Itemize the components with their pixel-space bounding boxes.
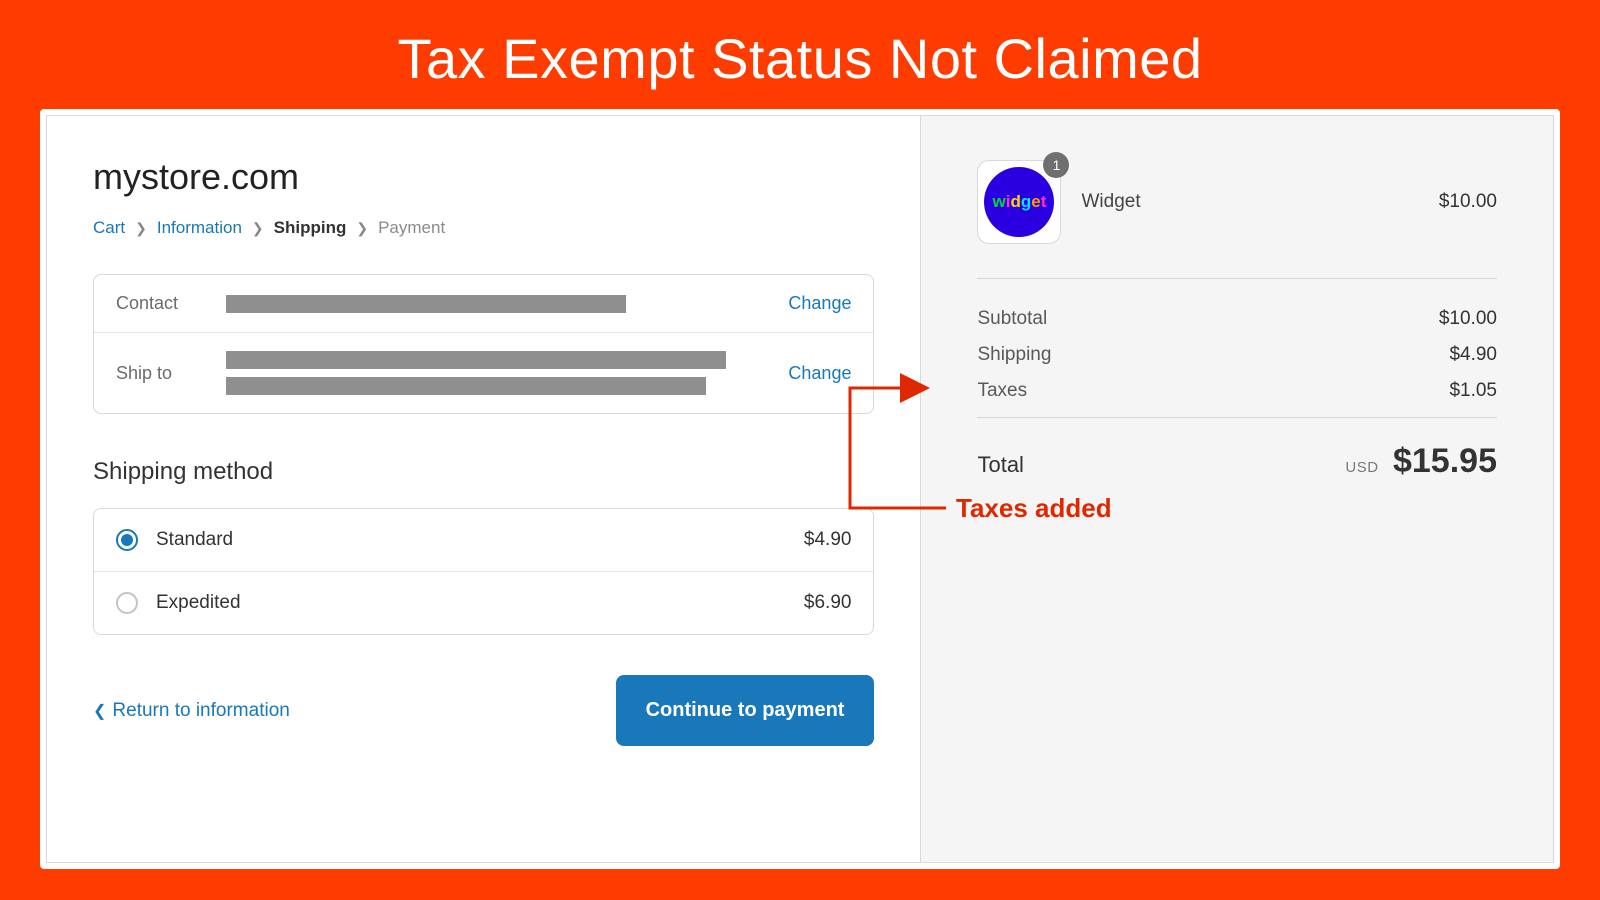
cart-item-thumb: widget 1 <box>977 160 1061 244</box>
taxes-label: Taxes <box>977 380 1027 402</box>
subtotal-value: $10.00 <box>1439 308 1497 330</box>
review-box: Contact Change Ship to Change <box>93 274 874 414</box>
crumb-payment: Payment <box>378 218 445 238</box>
cart-item: widget 1 Widget $10.00 <box>977 160 1497 244</box>
change-shipto-link[interactable]: Change <box>788 363 851 384</box>
crumb-cart[interactable]: Cart <box>93 218 125 238</box>
shipping-option-price: $4.90 <box>804 529 852 551</box>
shipping-option-expedited[interactable]: Expedited $6.90 <box>94 571 873 634</box>
redacted-address <box>226 351 768 395</box>
review-shipto-row: Ship to Change <box>94 332 873 413</box>
crumb-information[interactable]: Information <box>157 218 242 238</box>
widget-icon: widget <box>984 167 1054 237</box>
contact-label: Contact <box>116 293 206 314</box>
taxes-value: $1.05 <box>1449 380 1497 402</box>
crumb-shipping: Shipping <box>274 218 347 238</box>
order-summary: widget 1 Widget $10.00 Subtotal $10.00 S… <box>920 116 1553 862</box>
slide-title: Tax Exempt Status Not Claimed <box>0 0 1600 109</box>
radio-selected-icon <box>116 529 138 551</box>
summary-taxes: Taxes $1.05 <box>977 373 1497 409</box>
total-label: Total <box>977 452 1023 478</box>
cart-item-name: Widget <box>1081 191 1418 213</box>
chevron-left-icon: ❮ <box>93 701 106 721</box>
summary-subtotal: Subtotal $10.00 <box>977 301 1497 337</box>
continue-to-payment-button[interactable]: Continue to payment <box>616 675 875 746</box>
checkout-window: mystore.com Cart ❯ Information ❯ Shippin… <box>40 109 1560 869</box>
shipping-value: $4.90 <box>1449 344 1497 366</box>
shipping-option-label: Expedited <box>156 592 786 614</box>
chevron-right-icon: ❯ <box>135 220 147 237</box>
shipping-label: Shipping <box>977 344 1051 366</box>
checkout-main: mystore.com Cart ❯ Information ❯ Shippin… <box>47 116 920 862</box>
shipping-option-standard[interactable]: Standard $4.90 <box>94 509 873 571</box>
cart-qty-badge: 1 <box>1043 152 1069 178</box>
summary-total: Total USD $15.95 <box>977 417 1497 481</box>
shipto-label: Ship to <box>116 363 206 384</box>
chevron-right-icon: ❯ <box>356 220 368 237</box>
nav-actions: ❮ Return to information Continue to paym… <box>93 675 874 746</box>
shipping-option-price: $6.90 <box>804 592 852 614</box>
shipping-option-label: Standard <box>156 529 786 551</box>
radio-unselected-icon <box>116 592 138 614</box>
return-to-information-link[interactable]: ❮ Return to information <box>93 700 290 722</box>
summary-lines: Subtotal $10.00 Shipping $4.90 Taxes $1.… <box>977 278 1497 499</box>
change-contact-link[interactable]: Change <box>788 293 851 314</box>
review-contact-row: Contact Change <box>94 275 873 332</box>
chevron-right-icon: ❯ <box>252 220 264 237</box>
total-value: $15.95 <box>1393 442 1497 480</box>
subtotal-label: Subtotal <box>977 308 1047 330</box>
breadcrumb: Cart ❯ Information ❯ Shipping ❯ Payment <box>93 218 874 238</box>
redacted-contact <box>226 295 768 313</box>
summary-shipping: Shipping $4.90 <box>977 337 1497 373</box>
return-link-label: Return to information <box>112 700 289 722</box>
store-name: mystore.com <box>93 156 874 198</box>
cart-item-price: $10.00 <box>1439 191 1497 213</box>
shipping-method-heading: Shipping method <box>93 458 874 486</box>
shipping-options: Standard $4.90 Expedited $6.90 <box>93 508 874 635</box>
total-currency: USD <box>1345 459 1378 476</box>
